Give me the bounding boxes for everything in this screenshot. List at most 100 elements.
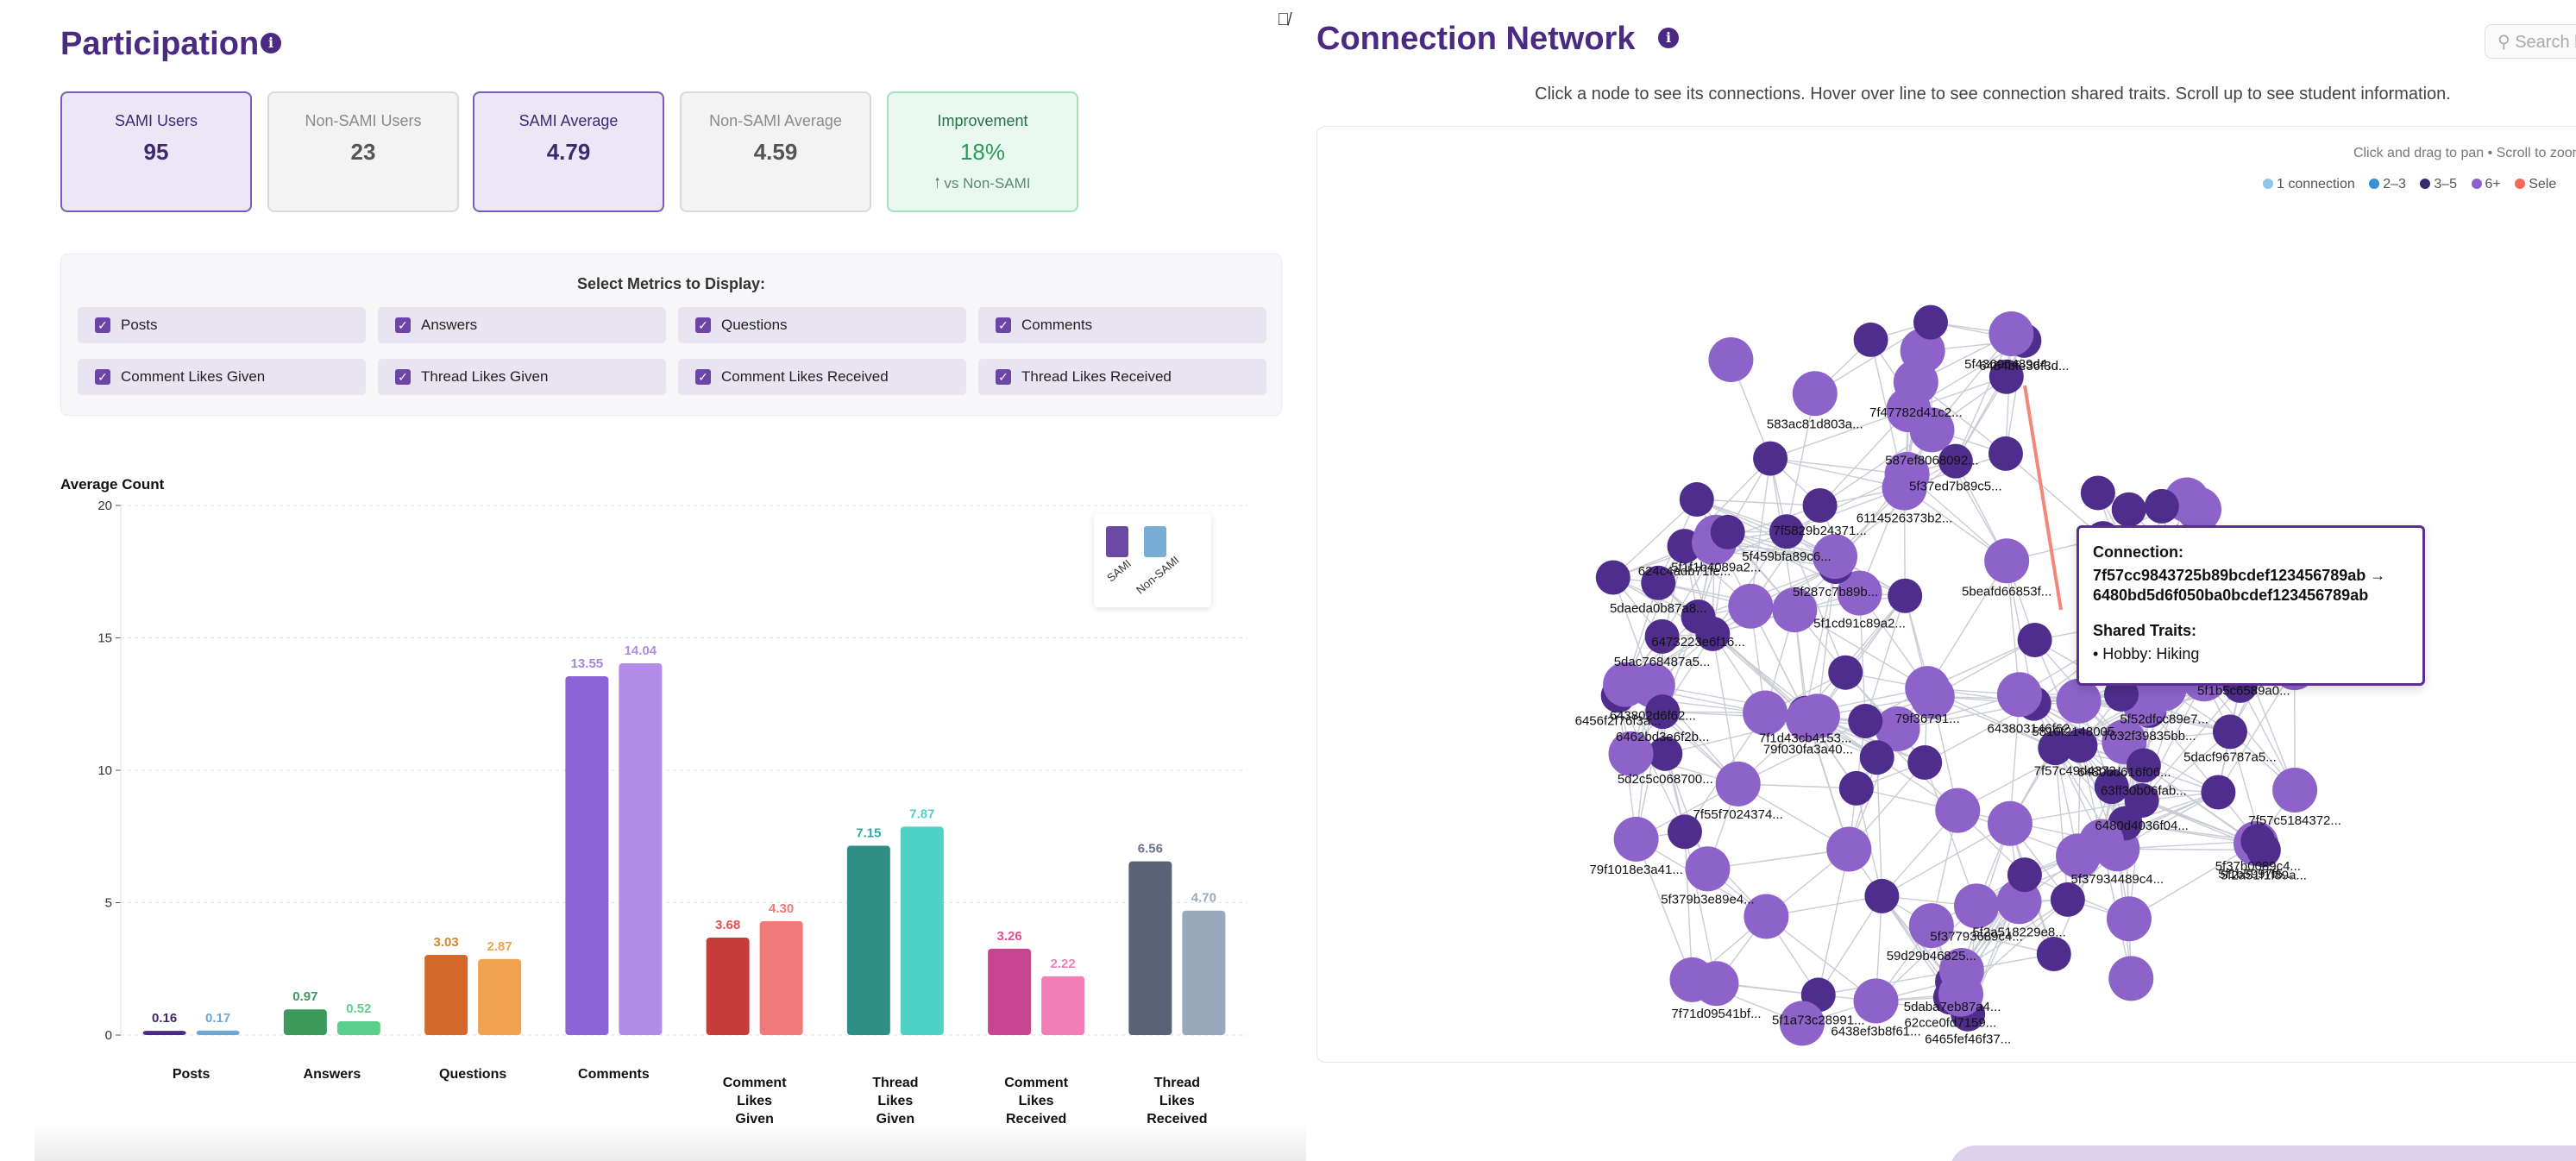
metric-checkbox-posts[interactable]: ✓ Posts <box>78 307 366 343</box>
network-node[interactable] <box>1708 336 1754 382</box>
metric-checkbox-answers[interactable]: ✓ Answers <box>378 307 666 343</box>
network-edge <box>1926 560 2007 689</box>
checkbox-checked-icon[interactable]: ✓ <box>996 317 1011 333</box>
network-node[interactable] <box>1848 703 1883 738</box>
network-node[interactable] <box>2272 767 2318 813</box>
chart-legend: SAMI Non-SAMI <box>1094 514 1211 607</box>
network-node[interactable] <box>1989 311 2034 356</box>
metric-checkbox-questions[interactable]: ✓ Questions <box>678 307 966 343</box>
stat-card-improvement: Improvement 18% 🠑 vs Non-SAMI <box>887 91 1078 212</box>
x-tick-label: Comment <box>723 1076 787 1090</box>
network-node[interactable] <box>1685 846 1731 892</box>
network-node[interactable] <box>2201 775 2236 810</box>
network-node[interactable] <box>2106 896 2152 942</box>
network-node[interactable] <box>2080 475 2115 511</box>
network-node[interactable] <box>1954 883 2000 929</box>
metric-label: Comment Likes Given <box>121 368 266 385</box>
metric-checkbox-comment-likes-received[interactable]: ✓ Comment Likes Received <box>678 359 966 395</box>
bar-non-sami <box>478 958 522 1035</box>
bar-data-label: 6.56 <box>1138 842 1163 857</box>
network-node[interactable] <box>2108 956 2154 1001</box>
bar-data-label: 13.55 <box>571 656 604 671</box>
network-node[interactable] <box>1935 788 1981 833</box>
network-node[interactable] <box>1984 538 2030 584</box>
node-label: 5f37934489c4... <box>2071 872 2164 887</box>
x-tick-label: Likes <box>737 1094 772 1108</box>
network-node[interactable] <box>1743 690 1788 736</box>
network-node[interactable] <box>2212 714 2247 750</box>
network-node[interactable] <box>1864 878 1900 913</box>
checkbox-checked-icon[interactable]: ✓ <box>95 369 110 385</box>
stat-value: 23 <box>350 139 376 165</box>
x-tick-label: Thread <box>872 1076 918 1090</box>
bar-sami <box>706 938 750 1035</box>
network-node[interactable] <box>2050 882 2085 917</box>
checkbox-checked-icon[interactable]: ✓ <box>695 369 711 385</box>
node-label: 583ac81d803a... <box>1767 417 1863 431</box>
network-node[interactable] <box>1913 304 1948 340</box>
network-node[interactable] <box>1728 583 1774 629</box>
network-node[interactable] <box>1710 514 1745 549</box>
network-node[interactable] <box>1715 761 1761 806</box>
network-node[interactable] <box>2036 937 2071 972</box>
search-icon: ⚲ <box>2497 33 2510 52</box>
metric-checkbox-thread-likes-given[interactable]: ✓ Thread Likes Given <box>378 359 666 395</box>
x-tick-label: Received <box>1006 1112 1066 1126</box>
network-node[interactable] <box>1907 745 1943 781</box>
tooltip-source: 7f57cc9843725b89bcdef123456789ab → <box>2093 567 2386 584</box>
network-node[interactable] <box>1826 826 1872 872</box>
info-icon[interactable]: i <box>261 33 281 53</box>
network-node[interactable] <box>2240 824 2276 859</box>
network-canvas[interactable]: Click and drag to pan • Scroll to zoom 1… <box>1316 126 2576 1063</box>
node-label: 5f37b0089c4... <box>2215 859 2301 874</box>
network-node[interactable] <box>2017 623 2052 658</box>
network-node[interactable] <box>1802 488 1838 524</box>
node-label: 5f459bfa89c6... <box>1742 549 1831 564</box>
y-tick-label: 0 <box>105 1028 112 1043</box>
network-node[interactable] <box>1679 482 1714 518</box>
stat-card-sami-average: SAMI Average 4.79 <box>473 91 664 212</box>
x-tick-label: Comment <box>1004 1076 1068 1090</box>
metric-checkbox-comment-likes-given[interactable]: ✓ Comment Likes Given <box>78 359 366 395</box>
metric-checkbox-comments[interactable]: ✓ Comments <box>978 307 1266 343</box>
network-node[interactable] <box>1996 672 2042 718</box>
network-node[interactable] <box>1828 655 1863 690</box>
network-node[interactable] <box>1853 322 1888 357</box>
node-label: 7f47782d41c2... <box>1869 405 1963 420</box>
bar-non-sami <box>336 1021 380 1035</box>
metric-checkbox-thread-likes-received[interactable]: ✓ Thread Likes Received <box>978 359 1266 395</box>
network-node[interactable] <box>2007 857 2042 893</box>
bar-sami <box>846 845 890 1035</box>
checkbox-checked-icon[interactable]: ✓ <box>695 317 711 333</box>
node-label: 643803146f62... <box>1988 722 2081 737</box>
network-node[interactable] <box>1859 740 1894 775</box>
network-node[interactable] <box>1669 957 1715 1002</box>
node-label: 5dac768487a5... <box>1614 655 1711 669</box>
network-node[interactable] <box>1838 770 1874 806</box>
network-node[interactable] <box>1987 800 2033 846</box>
tooltip-heading: Connection: <box>2093 543 2183 561</box>
student-search-input[interactable]: ⚲ Search by student n <box>2485 24 2576 59</box>
network-node[interactable] <box>2111 492 2146 527</box>
checkbox-checked-icon[interactable]: ✓ <box>95 317 110 333</box>
network-instructions: Click a node to see its connections. Hov… <box>1535 85 2451 104</box>
bar-data-label: 7.87 <box>909 806 934 821</box>
network-node[interactable] <box>1888 578 1923 613</box>
eye-slash-icon[interactable]: 👁̸ <box>1277 10 1290 30</box>
network-node[interactable] <box>1613 816 1659 862</box>
info-icon[interactable]: i <box>1658 28 1679 48</box>
checkbox-checked-icon[interactable]: ✓ <box>996 369 1011 385</box>
stat-value: 18% <box>959 139 1006 165</box>
x-tick-label: Questions <box>439 1067 506 1082</box>
network-node[interactable] <box>1595 560 1630 595</box>
network-node[interactable] <box>2144 488 2179 524</box>
connection-tooltip: Connection: 7f57cc9843725b89bcdef1234567… <box>2077 525 2425 686</box>
network-node[interactable] <box>1792 371 1838 417</box>
network-node[interactable] <box>1988 436 2023 471</box>
network-node[interactable] <box>1753 441 1788 476</box>
checkbox-checked-icon[interactable]: ✓ <box>395 369 411 385</box>
node-label: 63ff30b06fab... <box>2101 784 2187 799</box>
checkbox-checked-icon[interactable]: ✓ <box>395 317 411 333</box>
node-label: 5f52dfcc89e7... <box>2120 712 2208 726</box>
node-label: 5dacf96787a5... <box>2183 750 2277 764</box>
